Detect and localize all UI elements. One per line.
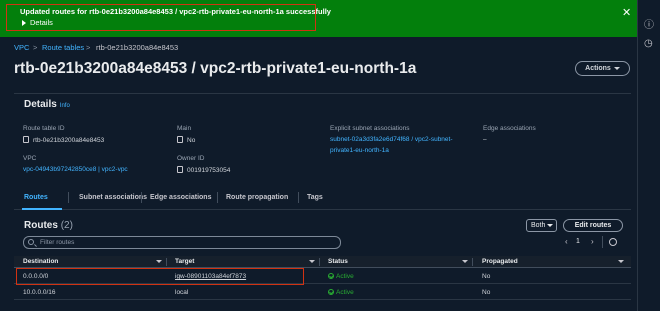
routes-count: (2) [60,220,73,231]
prev-page-icon[interactable]: ‹ [565,237,568,246]
info-link[interactable]: Info [60,103,70,109]
copy-icon[interactable] [177,166,183,173]
route-filter-value: Both [531,222,546,229]
routes-heading: Routes (2) [24,220,73,231]
info-panel-icon[interactable]: ⓘ [644,16,654,31]
explicit-subnet-label: Explicit subnet associations [330,125,410,132]
caret-down-icon [547,223,554,227]
copy-icon[interactable] [23,136,29,143]
tab-subnet-associations[interactable]: Subnet associations [79,194,147,201]
sort-down-icon[interactable] [156,260,162,263]
tab-edge-associations[interactable]: Edge associations [150,194,211,201]
gear-icon[interactable] [609,238,617,246]
status-text: Active [336,273,354,280]
cell-target: local [175,289,189,296]
main-value: No [177,136,195,144]
tab-divider [141,192,142,203]
cell-propagated: No [482,289,491,296]
check-circle-icon [328,273,334,279]
highlight-box-row [16,268,304,285]
tab-route-propagation[interactable]: Route propagation [226,194,288,201]
table-row: 10.0.0.0/16 local Active No [14,286,631,300]
cell-status: Active [328,289,354,296]
route-table-id-value: rtb-0e21b3200a84e8453 [23,136,104,144]
tab-tags[interactable]: Tags [307,194,323,201]
details-heading: Details Info [24,99,70,110]
route-filter-select[interactable]: Both [526,219,557,232]
breadcrumb-separator: > [86,43,91,52]
breadcrumb-vpc[interactable]: VPC [14,43,29,52]
main-value-text: No [187,137,196,144]
pagination-divider [602,236,603,248]
route-table-id-text: rtb-0e21b3200a84e8453 [33,137,105,144]
breadcrumb-current: rtb-0e21b3200a84e8453 [96,43,179,52]
cell-propagated: No [482,273,491,280]
next-page-icon[interactable]: › [591,237,594,246]
column-destination[interactable]: Destination [23,258,58,265]
routes-table-header: Destination Target Status Propagated [14,256,631,268]
route-table-id-label: Route table ID [23,125,65,132]
actions-button[interactable]: Actions [575,61,630,76]
status-text: Active [336,289,354,296]
tab-routes[interactable]: Routes [24,194,48,201]
page-title: rtb-0e21b3200a84e8453 / vpc2-rtb-private… [14,60,417,77]
right-side-rail: ⓘ ◷ [637,0,660,311]
main-label: Main [177,125,192,132]
cell-status: Active [328,273,354,280]
owner-id-text: 001919753054 [187,167,231,174]
owner-id-label: Owner ID [177,155,205,162]
routes-heading-text: Routes [24,220,58,231]
vpc-label: VPC [23,155,37,162]
tab-divider [217,192,218,203]
explicit-subnet-link[interactable]: subnet-02a3d3fa2e6d74f68 / vpc2-subnet- [330,136,453,143]
tabs-bar: Routes Subnet associations Edge associat… [14,185,631,210]
sort-down-icon[interactable] [618,260,624,263]
breadcrumb-route-tables[interactable]: Route tables [42,43,84,52]
sort-down-icon[interactable] [309,260,315,263]
tab-divider [298,192,299,203]
breadcrumb-separator: > [33,43,38,52]
edit-routes-button[interactable]: Edit routes [563,219,623,232]
explicit-subnet-link-line2[interactable]: private1-eu-north-1a [330,147,389,154]
cell-destination: 10.0.0.0/16 [23,289,56,296]
caret-down-icon [613,66,620,70]
tab-divider [68,192,69,203]
edge-associations-label: Edge associations [483,125,536,132]
column-divider[interactable] [319,258,320,266]
vpc-link[interactable]: vpc-04943b97242850ce8 | vpc2-vpc [23,166,128,173]
edge-associations-value: – [483,136,487,143]
column-divider[interactable] [472,258,473,266]
copy-icon[interactable] [177,136,183,143]
column-status[interactable]: Status [328,258,348,265]
notifications-icon[interactable]: ◷ [644,38,653,49]
search-icon [28,239,34,245]
check-circle-icon [328,289,334,295]
column-propagated[interactable]: Propagated [482,258,518,265]
column-target[interactable]: Target [175,258,194,265]
owner-id-value: 001919753054 [177,166,230,174]
page-number[interactable]: 1 [576,238,580,245]
highlight-box-banner [6,4,316,31]
filter-routes-input[interactable] [23,236,341,249]
close-icon[interactable]: ✕ [622,6,631,19]
actions-label: Actions [585,65,611,72]
sort-down-icon[interactable] [462,260,468,263]
details-heading-text: Details [24,99,57,110]
active-tab-indicator [22,208,62,210]
column-divider[interactable] [166,258,167,266]
